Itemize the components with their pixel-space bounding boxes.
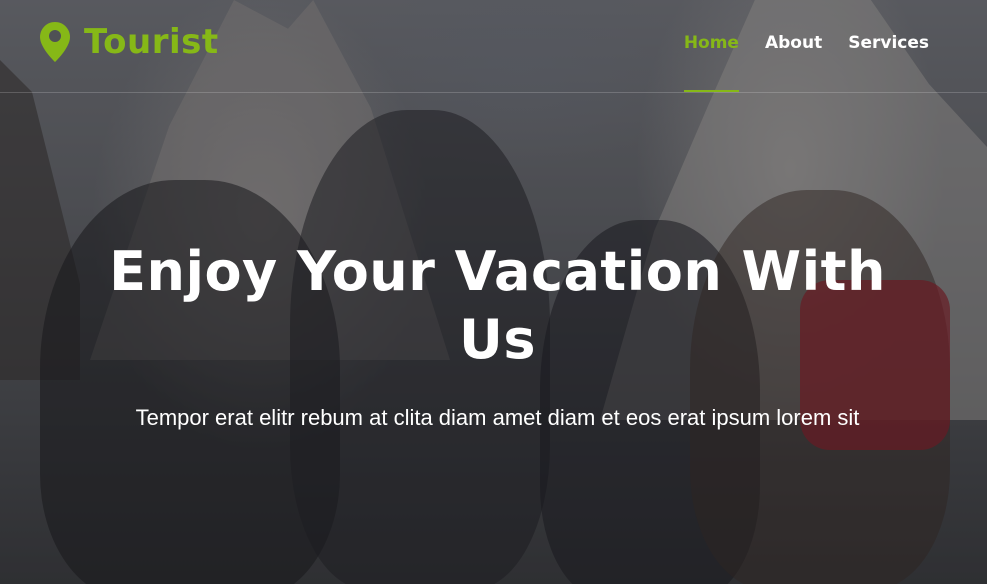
nav-link-services[interactable]: Services — [848, 0, 929, 92]
nav-link-about[interactable]: About — [765, 0, 822, 92]
main-nav: Home About Services — [683, 0, 929, 92]
nav-link-home[interactable]: Home — [683, 0, 740, 92]
hero-section: Tourist Home About Services Enjoy Your V… — [0, 0, 987, 584]
hero-content: Enjoy Your Vacation With Us Tempor erat … — [100, 238, 895, 434]
hero-subtitle: Tempor erat elitr rebum at clita diam am… — [135, 405, 860, 430]
map-marker-icon — [40, 22, 70, 62]
navbar: Tourist Home About Services — [0, 0, 987, 93]
brand-logo[interactable]: Tourist — [40, 22, 219, 62]
hero-title: Enjoy Your Vacation With Us — [109, 240, 886, 371]
brand-name: Tourist — [84, 22, 219, 62]
